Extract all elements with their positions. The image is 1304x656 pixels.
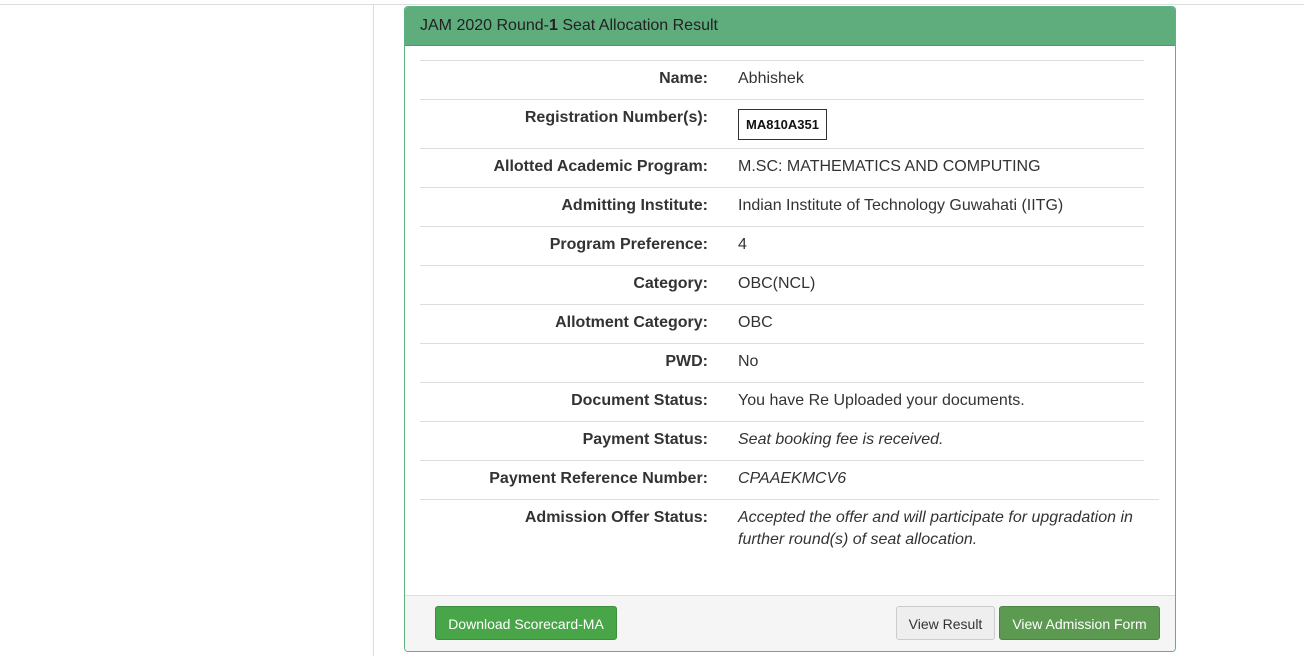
payment-reference-label: Payment Reference Number: <box>489 470 708 487</box>
row-offer-status: Admission Offer Status: Accepted the off… <box>420 499 1159 560</box>
view-result-button[interactable]: View Result <box>896 606 995 640</box>
top-divider <box>0 4 1304 5</box>
name-label: Name: <box>659 70 708 87</box>
row-allotment-category: Allotment Category: OBC <box>420 304 1144 343</box>
panel-title: JAM 2020 Round-1 Seat Allocation Result <box>405 7 1175 46</box>
title-suffix: Seat Allocation Result <box>557 17 718 34</box>
institute-label: Admitting Institute: <box>561 197 708 214</box>
row-document-status: Document Status: You have Re Uploaded yo… <box>420 382 1144 421</box>
row-institute: Admitting Institute: Indian Institute of… <box>420 187 1144 226</box>
offer-status-label: Admission Offer Status: <box>524 509 708 526</box>
name-value: Abhishek <box>738 70 804 87</box>
registration-number-badge: MA810A351 <box>738 109 827 140</box>
left-column-divider <box>373 4 374 656</box>
seat-allocation-panel: JAM 2020 Round-1 Seat Allocation Result … <box>404 6 1176 652</box>
preference-label: Program Preference: <box>549 236 708 253</box>
download-scorecard-button[interactable]: Download Scorecard-MA <box>435 606 617 640</box>
title-prefix: JAM 2020 Round- <box>420 17 549 34</box>
row-program: Allotted Academic Program: M.SC: MATHEMA… <box>420 148 1144 187</box>
allotment-category-label: Allotment Category: <box>555 314 708 331</box>
view-admission-form-button[interactable]: View Admission Form <box>999 606 1160 640</box>
title-round: 1 <box>548 17 558 34</box>
category-value: OBC(NCL) <box>738 275 816 292</box>
category-label: Category: <box>633 275 708 292</box>
institute-value: Indian Institute of Technology Guwahati … <box>738 197 1064 214</box>
row-preference: Program Preference: 4 <box>420 226 1144 265</box>
row-name: Name: Abhishek <box>420 60 1144 99</box>
payment-status-label: Payment Status: <box>582 431 708 448</box>
row-category: Category: OBC(NCL) <box>420 265 1144 304</box>
document-status-value: You have Re Uploaded your documents. <box>738 392 1025 409</box>
row-registration: Registration Number(s): MA810A351 <box>420 99 1144 148</box>
row-pwd: PWD: No <box>420 343 1144 382</box>
panel-footer: Download Scorecard-MA View Result View A… <box>405 595 1175 651</box>
pwd-value: No <box>738 353 759 370</box>
pwd-label: PWD: <box>665 353 708 370</box>
payment-reference-value: CPAAEKMCV6 <box>738 470 847 487</box>
payment-status-value: Seat booking fee is received. <box>738 431 944 448</box>
offer-status-value: Accepted the offer and will participate … <box>738 509 1133 548</box>
allotment-category-value: OBC <box>738 314 773 331</box>
program-label: Allotted Academic Program: <box>493 158 708 175</box>
result-table: Name: Abhishek Registration Number(s): M… <box>420 60 1159 560</box>
registration-label: Registration Number(s): <box>524 109 708 126</box>
preference-value: 4 <box>738 236 747 253</box>
row-payment-status: Payment Status: Seat booking fee is rece… <box>420 421 1144 460</box>
program-value: M.SC: MATHEMATICS AND COMPUTING <box>738 158 1041 175</box>
row-payment-reference: Payment Reference Number: CPAAEKMCV6 <box>420 460 1144 499</box>
document-status-label: Document Status: <box>571 392 708 409</box>
